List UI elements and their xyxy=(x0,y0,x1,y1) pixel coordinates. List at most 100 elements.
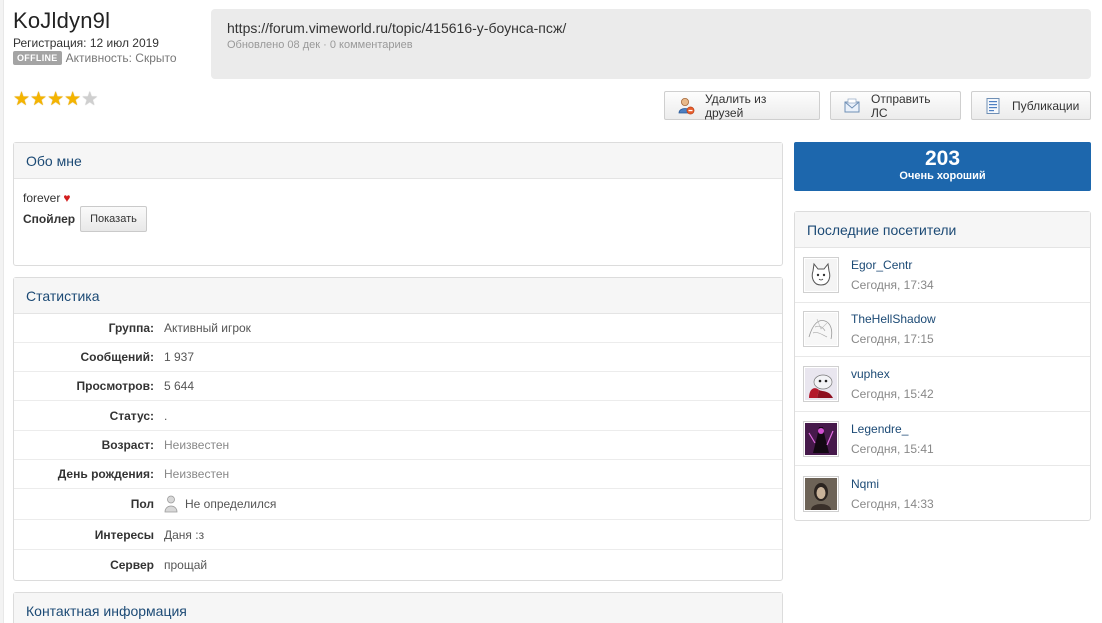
status-update-text[interactable]: https://forum.vimeworld.ru/topic/415616-… xyxy=(227,20,1075,36)
gender-text: Не определился xyxy=(185,497,277,511)
stat-key: Просмотров: xyxy=(76,379,154,393)
star-full-icon: ★ xyxy=(30,89,48,110)
visitor-time: Сегодня, 17:15 xyxy=(851,332,934,347)
spoiler-show-button[interactable]: Показать xyxy=(80,206,147,232)
stat-value: 1 937 xyxy=(164,350,195,364)
avatar[interactable] xyxy=(803,365,839,402)
stat-value: . xyxy=(164,408,168,423)
visitor-name[interactable]: Nqmi xyxy=(851,477,934,491)
contact-title: Контактная информация xyxy=(14,593,782,623)
stat-row-age: Возраст: Неизвестен xyxy=(14,431,782,460)
visitor-info: Nqmi Сегодня, 14:33 xyxy=(851,477,934,511)
contact-panel: Контактная информация xyxy=(13,592,783,623)
visitor-info: TheHellShadow Сегодня, 17:15 xyxy=(851,312,936,346)
star-full-icon: ★ xyxy=(64,89,82,110)
visitor-item: TheHellShadow Сегодня, 17:15 xyxy=(795,303,1090,358)
visitor-name[interactable]: TheHellShadow xyxy=(851,312,936,326)
about-panel: Обо мне forever ♥ Спойлер Показать xyxy=(13,142,783,266)
avatar[interactable] xyxy=(803,420,839,457)
stat-key: Статус: xyxy=(109,408,154,423)
avatar-dark-figure-icon xyxy=(805,422,837,455)
visitors-panel: Последние посетители Egor_Centr Сегодня,… xyxy=(794,211,1091,521)
envelope-icon xyxy=(844,98,860,112)
stat-row-views: Просмотров: 5 644 xyxy=(14,372,782,401)
visitor-time: Сегодня, 15:41 xyxy=(851,441,934,456)
remove-friend-icon xyxy=(678,97,695,114)
stat-value-gender: Не определился xyxy=(154,495,276,513)
visitor-info: Legendre_ Сегодня, 15:41 xyxy=(851,422,934,456)
stat-row-gender: Пол Не определился xyxy=(14,489,782,520)
stats-table: Группа: Активный игрок Сообщений: 1 937 … xyxy=(14,314,782,579)
stat-key: Сервер xyxy=(110,557,154,572)
publications-label: Публикации xyxy=(1012,98,1080,113)
send-pm-button[interactable]: Отправить ЛС xyxy=(830,91,961,120)
visitor-time: Сегодня, 14:33 xyxy=(851,496,934,511)
stat-value: Неизвестен xyxy=(164,438,230,452)
stat-key: Пол xyxy=(130,497,154,511)
visitor-item: Legendre_ Сегодня, 15:41 xyxy=(795,412,1090,467)
reputation-label: Очень хороший xyxy=(899,170,986,182)
remove-friend-button[interactable]: Удалить из друзей xyxy=(664,91,820,120)
offline-badge: OFFLINE xyxy=(13,51,62,65)
stat-value: прощай xyxy=(164,557,208,572)
avatar-creature-icon xyxy=(805,367,837,400)
visitor-item: Egor_Centr Сегодня, 17:34 xyxy=(795,248,1090,303)
stats-panel: Статистика Группа: Активный игрок Сообще… xyxy=(13,277,783,581)
visitor-info: Egor_Centr Сегодня, 17:34 xyxy=(851,258,934,292)
username: KoJldyn9l xyxy=(13,8,111,33)
publications-button[interactable]: Публикации xyxy=(971,91,1091,120)
avatar-portrait-icon xyxy=(805,477,837,510)
online-status: OFFLINE Активность: Скрыто xyxy=(13,51,177,65)
stat-key: Сообщений: xyxy=(80,350,154,364)
reputation-value: 203 xyxy=(924,147,961,170)
about-text-line: forever ♥ xyxy=(23,189,773,206)
send-pm-label: Отправить ЛС xyxy=(871,91,931,120)
document-icon xyxy=(986,97,1000,114)
visitors-list: Egor_Centr Сегодня, 17:34 TheHellShadow … xyxy=(795,248,1090,521)
stat-key: Интересы xyxy=(94,527,154,542)
visitor-item: Nqmi Сегодня, 14:33 xyxy=(795,466,1090,521)
avatar-sketch-icon xyxy=(805,313,837,346)
about-title: Обо мне xyxy=(14,143,782,179)
remove-friend-label: Удалить из друзей xyxy=(705,91,767,120)
avatar[interactable] xyxy=(803,311,839,348)
visitor-name[interactable]: Egor_Centr xyxy=(851,258,934,272)
stat-row-posts: Сообщений: 1 937 xyxy=(14,343,782,372)
registration-date: Регистрация: 12 июл 2019 xyxy=(13,36,159,50)
visitor-name[interactable]: Legendre_ xyxy=(851,422,934,436)
rating-stars: ★ ★ ★ ★ ★ xyxy=(13,90,98,109)
stat-value: Активный игрок xyxy=(164,321,251,335)
stat-value: Неизвестен xyxy=(164,467,230,481)
spoiler-row: Спойлер Показать xyxy=(23,206,773,232)
stats-title: Статистика xyxy=(14,278,782,314)
star-full-icon: ★ xyxy=(13,89,31,110)
visitor-name[interactable]: vuphex xyxy=(851,367,934,381)
visitor-info: vuphex Сегодня, 15:42 xyxy=(851,367,934,401)
avatar-cat-icon xyxy=(805,258,837,291)
avatar[interactable] xyxy=(803,256,839,293)
stat-value: Даня :з xyxy=(164,527,205,542)
status-update-box: https://forum.vimeworld.ru/topic/415616-… xyxy=(211,9,1091,79)
stat-key: Группа: xyxy=(108,321,154,335)
spoiler-label: Спойлер xyxy=(23,212,76,226)
left-edge-strip xyxy=(0,0,4,623)
activity-text: Активность: Скрыто xyxy=(65,51,177,65)
visitors-title: Последние посетители xyxy=(795,212,1090,248)
avatar[interactable] xyxy=(803,475,839,512)
status-update-meta[interactable]: Обновлено 08 дек · 0 комментариев xyxy=(227,39,1075,51)
stat-row-birthday: День рождения: Неизвестен xyxy=(14,460,782,489)
visitor-time: Сегодня, 15:42 xyxy=(851,386,934,401)
stat-row-interests: Интересы Даня :з xyxy=(14,520,782,550)
visitor-time: Сегодня, 17:34 xyxy=(851,277,934,292)
stat-row-group: Группа: Активный игрок xyxy=(14,314,782,343)
star-full-icon: ★ xyxy=(47,89,65,110)
reputation-box: 203 Очень хороший xyxy=(794,142,1091,191)
about-body: forever ♥ Спойлер Показать xyxy=(14,179,782,242)
visitor-item: vuphex Сегодня, 15:42 xyxy=(795,357,1090,412)
about-text: forever xyxy=(23,190,61,205)
heart-icon: ♥ xyxy=(63,190,71,205)
stat-row-server: Сервер прощай xyxy=(14,550,782,579)
person-icon xyxy=(164,495,178,513)
stat-key: Возраст: xyxy=(101,438,154,452)
star-empty-icon: ★ xyxy=(81,89,99,110)
